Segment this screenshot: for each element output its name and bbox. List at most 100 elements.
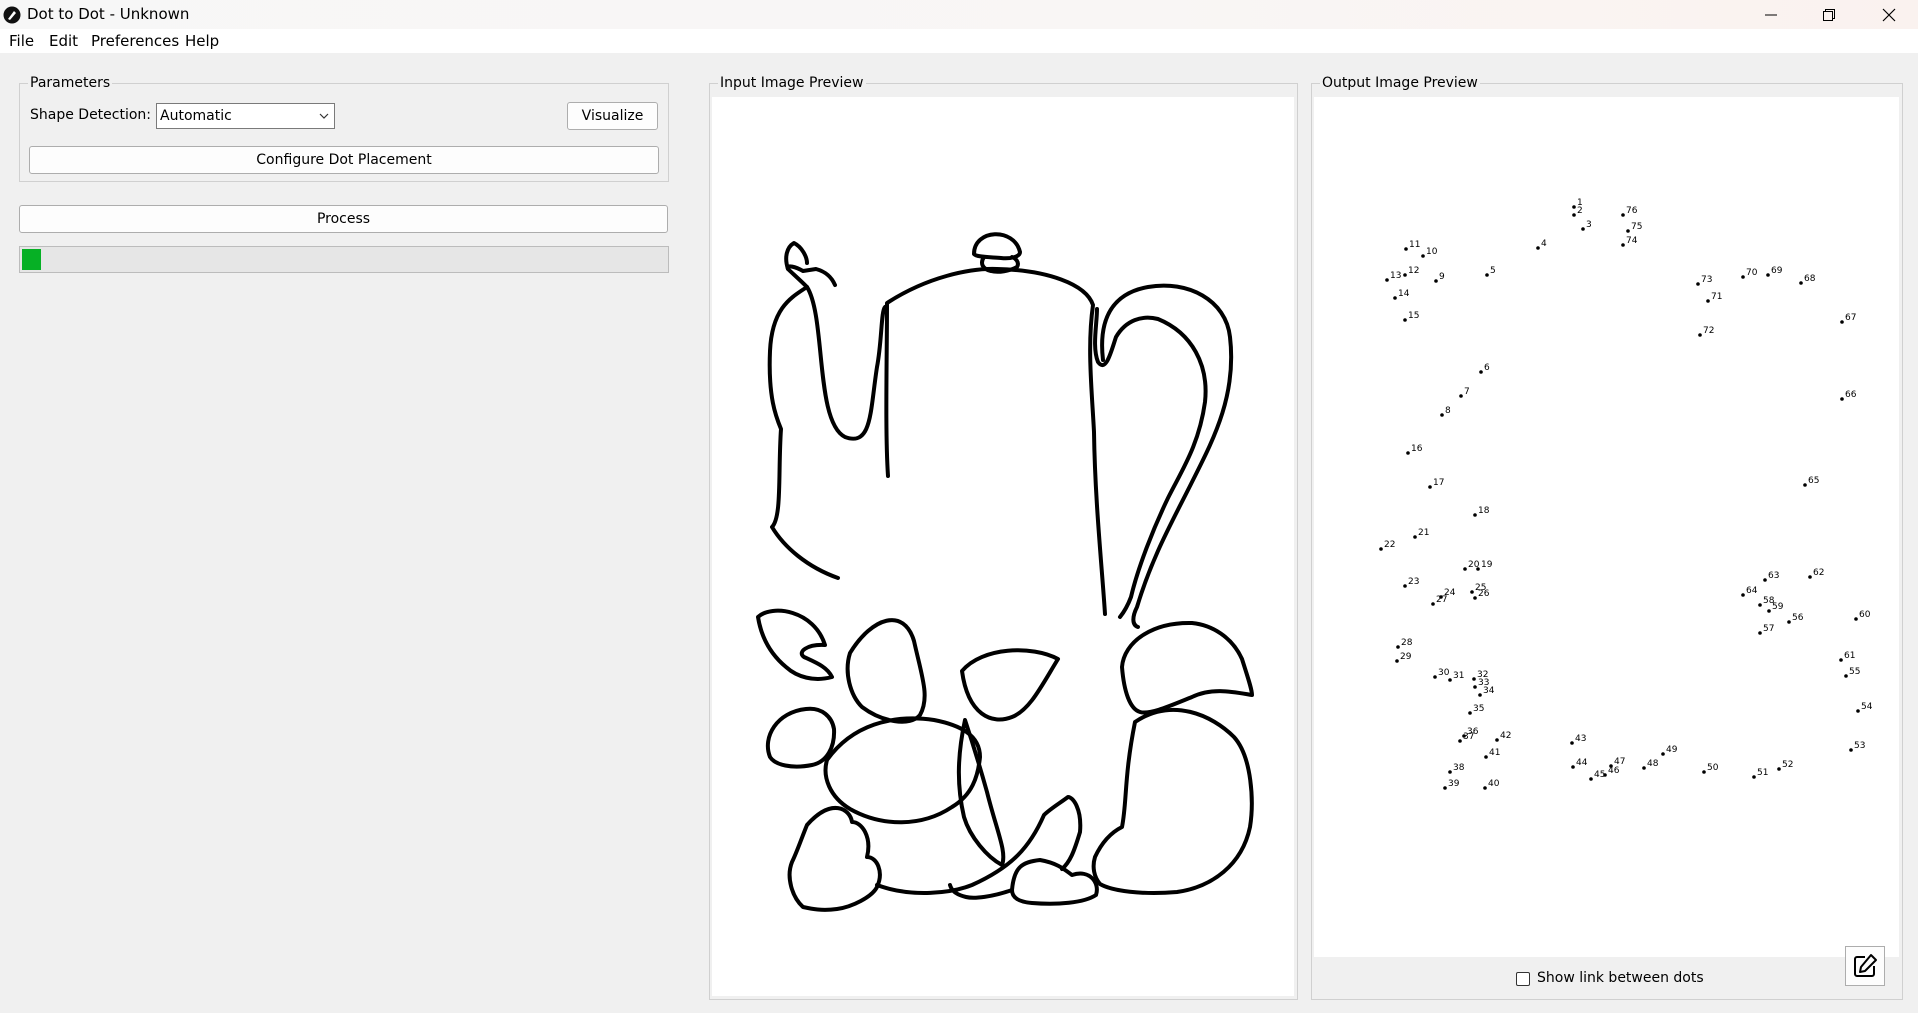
dot [1799, 281, 1803, 285]
dot-marker: 21 [1413, 528, 1429, 539]
dot-number-label: 57 [1763, 624, 1774, 634]
dot [1473, 685, 1477, 689]
dot [1763, 578, 1767, 582]
dot-number-label: 8 [1445, 406, 1451, 416]
dot-number-label: 13 [1390, 271, 1401, 281]
dot-number-label: 75 [1631, 222, 1642, 232]
dot-number-label: 16 [1411, 444, 1423, 454]
shape-detection-value: Automatic [160, 108, 232, 124]
dot [1473, 596, 1477, 600]
dot-number-label: 72 [1703, 326, 1714, 336]
dot-number-label: 49 [1666, 745, 1678, 755]
dot-marker: 73 [1696, 275, 1712, 286]
edit-button[interactable] [1845, 946, 1885, 986]
dot-marker: 51 [1752, 768, 1768, 779]
dot-marker: 29 [1395, 652, 1412, 663]
dot-number-label: 30 [1438, 668, 1450, 678]
dot-marker: 5 [1485, 266, 1496, 277]
dot-marker: 6 [1479, 363, 1490, 374]
shape-detection-select[interactable]: Automatic [156, 103, 335, 129]
dot-marker: 16 [1406, 444, 1423, 455]
dot-number-label: 6 [1484, 363, 1490, 373]
dot [1661, 752, 1665, 756]
minimize-button[interactable] [1742, 0, 1800, 29]
dot-number-label: 65 [1808, 476, 1819, 486]
process-button[interactable]: Process [19, 205, 668, 233]
dot-number-label: 18 [1478, 506, 1490, 516]
dot-marker: 37 [1458, 732, 1474, 743]
dot [1603, 773, 1607, 777]
dot-number-label: 23 [1408, 577, 1419, 587]
dot [1448, 770, 1452, 774]
dot-marker: 50 [1702, 763, 1719, 774]
dot-number-label: 76 [1626, 206, 1638, 216]
dot [1706, 299, 1710, 303]
restore-button[interactable] [1800, 0, 1858, 29]
dot-marker: 75 [1626, 222, 1642, 233]
dot-number-label: 31 [1453, 671, 1464, 681]
dot-marker: 3 [1581, 220, 1592, 231]
dot-number-label: 46 [1608, 766, 1620, 776]
dot-marker: 7 [1459, 387, 1470, 398]
dot [1844, 674, 1848, 678]
dot-number-label: 34 [1483, 686, 1495, 696]
dot-marker: 18 [1473, 506, 1490, 517]
window-title: Dot to Dot - Unknown [27, 5, 190, 23]
dot-marker: 39 [1443, 779, 1460, 790]
dot [1856, 709, 1860, 713]
dot-marker: 14 [1393, 289, 1410, 300]
dot [1403, 273, 1407, 277]
dot-marker: 17 [1428, 478, 1444, 489]
menu-file[interactable]: File [9, 32, 34, 50]
dot-marker: 27 [1431, 595, 1447, 606]
dot [1581, 227, 1585, 231]
dot [1621, 243, 1625, 247]
restore-icon [1823, 8, 1835, 21]
dot-number-label: 17 [1433, 478, 1444, 488]
dot [1385, 278, 1389, 282]
dot [1459, 394, 1463, 398]
dot [1808, 575, 1812, 579]
dot [1479, 370, 1483, 374]
show-link-checkbox[interactable] [1516, 972, 1530, 986]
dot [1470, 590, 1474, 594]
configure-dot-placement-button[interactable]: Configure Dot Placement [29, 146, 659, 174]
dot-number-label: 73 [1701, 275, 1712, 285]
dot [1396, 645, 1400, 649]
dot-number-label: 59 [1772, 602, 1784, 612]
minimize-icon [1765, 14, 1777, 15]
dot-marker: 54 [1856, 702, 1873, 713]
dot [1472, 677, 1476, 681]
dot [1495, 738, 1499, 742]
dot [1440, 413, 1444, 417]
dot-marker: 70 [1741, 268, 1758, 279]
dot-number-label: 39 [1448, 779, 1460, 789]
dot-marker: 31 [1448, 671, 1464, 682]
dot-number-label: 37 [1463, 732, 1474, 742]
dot-number-label: 61 [1844, 651, 1855, 661]
dot-marker: 20 [1463, 560, 1480, 571]
dot-number-label: 60 [1859, 610, 1871, 620]
dot-number-label: 12 [1408, 266, 1419, 276]
dot [1589, 777, 1593, 781]
menu-preferences[interactable]: Preferences [91, 32, 179, 50]
dot-number-label: 22 [1384, 540, 1395, 550]
dot-marker: 40 [1483, 779, 1500, 790]
dot-to-dot-preview: 123456789101112131415161718192021222324 2… [1379, 198, 1873, 790]
progress-fill [22, 249, 41, 270]
dot-number-label: 53 [1854, 741, 1865, 751]
dot-marker: 68 [1799, 274, 1816, 285]
visualize-button[interactable]: Visualize [567, 102, 658, 130]
close-button[interactable] [1860, 0, 1918, 29]
parameters-legend: Parameters [28, 74, 113, 92]
dot-marker: 49 [1661, 745, 1678, 756]
menu-edit[interactable]: Edit [49, 32, 78, 50]
dot-number-label: 50 [1707, 763, 1719, 773]
menu-help[interactable]: Help [185, 32, 219, 50]
dot [1572, 213, 1576, 217]
dot-number-label: 40 [1488, 779, 1500, 789]
dot-number-label: 41 [1489, 748, 1500, 758]
output-preview-legend: Output Image Preview [1320, 74, 1480, 92]
dot [1379, 547, 1383, 551]
dot-marker: 63 [1763, 571, 1779, 582]
